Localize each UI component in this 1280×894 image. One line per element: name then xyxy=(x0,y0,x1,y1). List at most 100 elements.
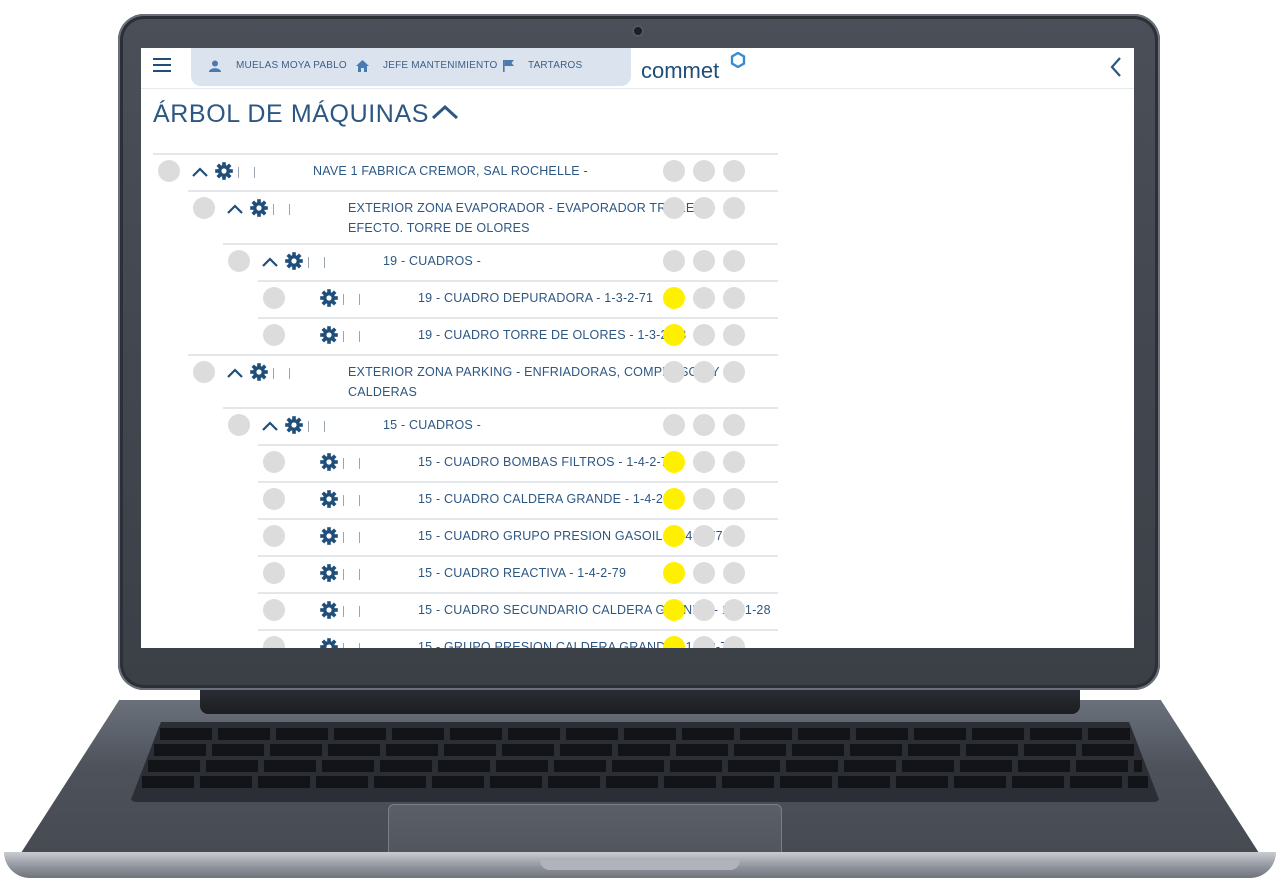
logo-hexagon-icon xyxy=(730,52,746,68)
row-select-circle[interactable] xyxy=(263,488,285,510)
tree-row[interactable]: NAVE 1 FABRICA CREMOR, SAL ROCHELLE - xyxy=(153,153,778,190)
tree-node-label-line: CALDERAS xyxy=(348,385,417,399)
status-light-gray xyxy=(693,324,715,346)
row-select-circle[interactable] xyxy=(228,414,250,436)
row-select-circle[interactable] xyxy=(228,250,250,272)
tree-node-label-line: 15 - CUADROS - xyxy=(383,418,481,432)
tree-node-label-line: EFECTO. TORRE DE OLORES xyxy=(348,221,530,235)
row-select-circle[interactable] xyxy=(193,197,215,219)
gear-icon[interactable] xyxy=(250,199,268,217)
tree-row[interactable]: 15 - CUADROS - xyxy=(223,407,778,444)
tree-node-label[interactable]: 15 - CUADRO SECUNDARIO CALDERA GRANDE - … xyxy=(418,600,771,620)
tree-row[interactable]: 19 - CUADRO DEPURADORA - 1-3-2-71 xyxy=(258,280,778,317)
top-bar: MUELAS MOYA PABLO JEFE MANTENIMIENTO TAR… xyxy=(141,48,1134,89)
tree-node-label-line: 15 - CUADRO CALDERA GRANDE - 1-4-2-75 xyxy=(418,492,682,506)
status-light-yellow xyxy=(663,525,685,547)
status-light-gray xyxy=(723,361,745,383)
collapse-chevron-icon[interactable] xyxy=(226,367,244,379)
tree-row[interactable]: EXTERIOR ZONA PARKING - ENFRIADORAS, COM… xyxy=(188,354,778,406)
separator xyxy=(273,368,274,379)
status-light-gray xyxy=(723,287,745,309)
status-light-gray xyxy=(693,599,715,621)
row-select-circle[interactable] xyxy=(263,525,285,547)
separator xyxy=(343,606,344,617)
status-light-gray xyxy=(663,361,685,383)
separator xyxy=(359,495,360,506)
separator xyxy=(343,331,344,342)
gear-icon[interactable] xyxy=(320,326,338,344)
gear-icon[interactable] xyxy=(320,564,338,582)
row-select-circle[interactable] xyxy=(263,562,285,584)
tree-row[interactable]: 15 - CUADRO CALDERA GRANDE - 1-4-2-75 xyxy=(258,481,778,518)
status-light-gray xyxy=(693,488,715,510)
row-select-circle[interactable] xyxy=(263,324,285,346)
tree-row[interactable]: 19 - CUADROS - xyxy=(223,243,778,280)
tree-node-label[interactable]: EXTERIOR ZONA EVAPORADOR - EVAPORADOR TR… xyxy=(348,198,694,238)
tree-node-label[interactable]: 15 - CUADROS - xyxy=(383,415,481,435)
row-select-circle[interactable] xyxy=(193,361,215,383)
gear-icon[interactable] xyxy=(320,289,338,307)
tree-row[interactable]: 15 - CUADRO BOMBAS FILTROS - 1-4-2-79 xyxy=(258,444,778,481)
gear-icon[interactable] xyxy=(320,490,338,508)
gear-icon[interactable] xyxy=(285,416,303,434)
tree-node-label-line: EXTERIOR ZONA EVAPORADOR - EVAPORADOR TR… xyxy=(348,201,695,215)
tree-node-label-line: 15 - CUADRO BOMBAS FILTROS - 1-4-2-79 xyxy=(418,455,676,469)
status-light-gray xyxy=(723,562,745,584)
user-role: JEFE MANTENIMIENTO xyxy=(383,60,498,71)
back-chevron-icon[interactable] xyxy=(1109,56,1123,78)
tree-node-label[interactable]: 19 - CUADRO TORRE DE OLORES - 1-3-2-73 xyxy=(418,325,686,345)
separator xyxy=(289,368,290,379)
status-light-gray xyxy=(663,414,685,436)
tree-row[interactable]: 19 - CUADRO TORRE DE OLORES - 1-3-2-73 xyxy=(258,317,778,354)
page-title: ÁRBOL DE MÁQUINAS xyxy=(153,100,429,128)
touchpad xyxy=(388,804,782,858)
row-select-circle[interactable] xyxy=(263,599,285,621)
tree-node-label[interactable]: 15 - CUADRO CALDERA GRANDE - 1-4-2-75 xyxy=(418,489,682,509)
status-light-gray xyxy=(693,562,715,584)
tree-node-label[interactable]: 15 - GRUPO PRESION CALDERA GRANDE - 1-4-… xyxy=(418,637,735,648)
separator xyxy=(308,257,309,268)
gear-icon[interactable] xyxy=(320,601,338,619)
row-select-circle[interactable] xyxy=(263,451,285,473)
collapse-chevron-icon[interactable] xyxy=(191,166,209,178)
status-light-gray xyxy=(693,414,715,436)
tree-node-label-line: 15 - CUADRO REACTIVA - 1-4-2-79 xyxy=(418,566,627,580)
collapse-chevron-icon[interactable] xyxy=(261,256,279,268)
tree-row[interactable]: 15 - CUADRO SECUNDARIO CALDERA GRANDE - … xyxy=(258,592,778,629)
row-select-circle[interactable] xyxy=(263,287,285,309)
app-screen: MUELAS MOYA PABLO JEFE MANTENIMIENTO TAR… xyxy=(141,48,1134,648)
tree-node-label-line: 15 - CUADRO SECUNDARIO CALDERA GRANDE - … xyxy=(418,603,771,617)
separator xyxy=(343,532,344,543)
gear-icon[interactable] xyxy=(320,453,338,471)
tree-node-label[interactable]: 15 - CUADRO REACTIVA - 1-4-2-79 xyxy=(418,563,626,583)
gear-icon[interactable] xyxy=(250,363,268,381)
separator xyxy=(254,167,255,178)
tree-node-label[interactable]: NAVE 1 FABRICA CREMOR, SAL ROCHELLE - xyxy=(313,161,588,181)
status-light-gray xyxy=(663,250,685,272)
status-light-gray xyxy=(693,287,715,309)
tree-row[interactable]: 15 - CUADRO REACTIVA - 1-4-2-79 xyxy=(258,555,778,592)
gear-icon[interactable] xyxy=(320,527,338,545)
collapse-tree-chevron-icon[interactable] xyxy=(431,104,459,120)
tree-row[interactable]: 15 - GRUPO PRESION CALDERA GRANDE - 1-4-… xyxy=(258,629,778,648)
row-select-circle[interactable] xyxy=(263,636,285,648)
tree-node-label[interactable]: 19 - CUADRO DEPURADORA - 1-3-2-71 xyxy=(418,288,653,308)
tree-node-label[interactable]: 15 - CUADRO BOMBAS FILTROS - 1-4-2-79 xyxy=(418,452,675,472)
tree-row[interactable]: 15 - CUADRO GRUPO PRESION GASOIL - 1-4-2… xyxy=(258,518,778,555)
tree-row[interactable]: EXTERIOR ZONA EVAPORADOR - EVAPORADOR TR… xyxy=(188,190,778,242)
collapse-chevron-icon[interactable] xyxy=(261,420,279,432)
collapse-chevron-icon[interactable] xyxy=(226,203,244,215)
row-select-circle[interactable] xyxy=(158,160,180,182)
gear-icon[interactable] xyxy=(285,252,303,270)
separator xyxy=(343,495,344,506)
gear-icon[interactable] xyxy=(320,638,338,648)
status-light-gray xyxy=(723,488,745,510)
status-light-gray xyxy=(723,197,745,219)
status-light-yellow xyxy=(663,451,685,473)
gear-icon[interactable] xyxy=(215,162,233,180)
tree-node-label-line: 19 - CUADRO TORRE DE OLORES - 1-3-2-73 xyxy=(418,328,687,342)
tree-node-label[interactable]: 19 - CUADROS - xyxy=(383,251,481,271)
hamburger-menu-icon[interactable] xyxy=(153,58,171,74)
status-light-yellow xyxy=(663,488,685,510)
status-light-gray xyxy=(723,414,745,436)
